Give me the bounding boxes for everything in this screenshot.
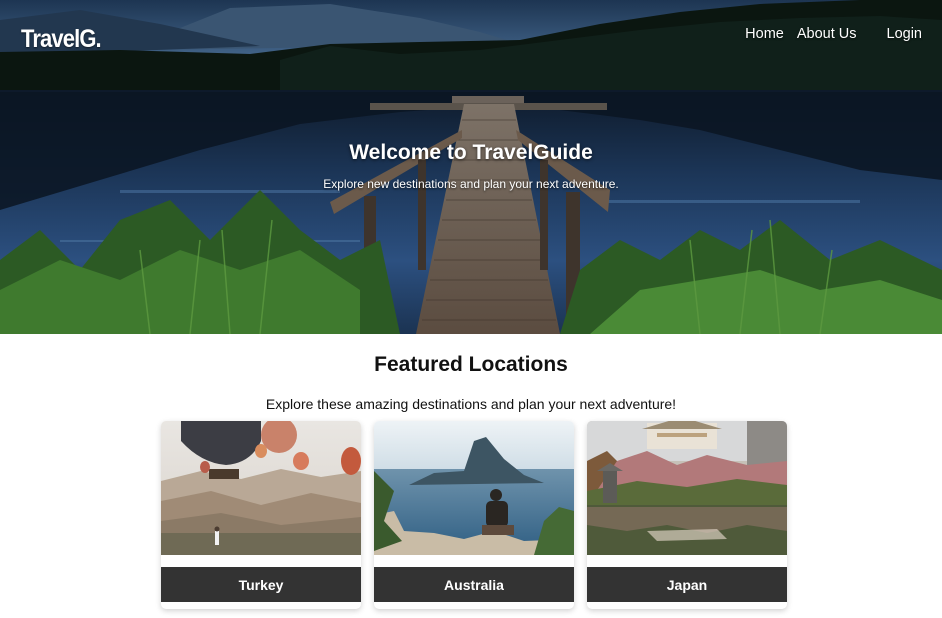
hero-subtitle: Explore new destinations and plan your n… — [323, 177, 619, 191]
nav-link-home[interactable]: Home — [745, 26, 784, 42]
hero-title: Welcome to TravelGuide — [349, 141, 593, 164]
location-card-turkey[interactable]: Turkey — [161, 421, 361, 609]
australia-island-image — [374, 421, 574, 555]
location-card-australia[interactable]: Australia — [374, 421, 574, 609]
location-card-japan[interactable]: Japan — [587, 421, 787, 609]
location-cards: Turkey Australia Japan — [0, 412, 942, 612]
navbar: TravelG. Home About Us Login — [0, 0, 942, 68]
hero-text: Welcome to TravelGuide Explore new desti… — [0, 141, 942, 191]
nav-links: Home About Us Login — [745, 26, 922, 42]
location-label-turkey: Turkey — [161, 567, 361, 602]
featured-subtitle: Explore these amazing destinations and p… — [265, 396, 677, 412]
japan-garden-image — [587, 421, 787, 555]
featured-locations-section: Featured Locations Explore these amazing… — [0, 353, 942, 612]
nav-link-about-us[interactable]: About Us — [797, 26, 857, 42]
location-label-japan: Japan — [587, 567, 787, 602]
location-label-australia: Australia — [374, 567, 574, 602]
site-logo[interactable]: TravelG. — [21, 25, 102, 54]
nav-link-login[interactable]: Login — [887, 26, 922, 42]
turkey-balloons-image — [161, 421, 361, 555]
hero-banner: TravelG. Home About Us Login Welcome to … — [0, 0, 942, 334]
featured-title: Featured Locations — [374, 353, 568, 376]
